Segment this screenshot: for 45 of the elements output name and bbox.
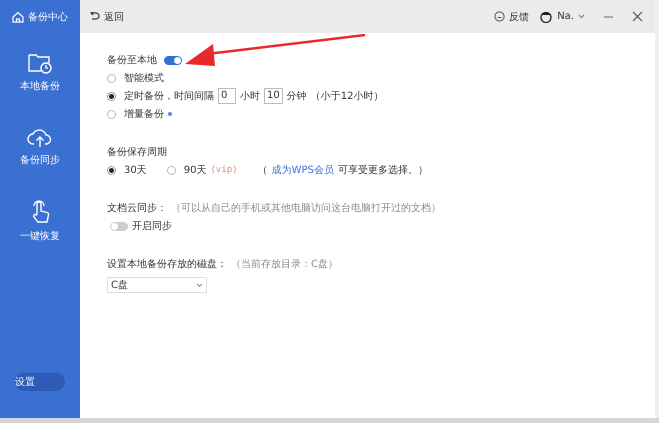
minutes-input[interactable]: 10 <box>264 88 283 104</box>
hint-text: （可以从自己的手机或其他电脑访问这台电脑打开过的文档） <box>171 202 441 215</box>
section-label: 设置本地备份存放的磁盘： <box>107 258 227 271</box>
option-label: 30天 <box>124 164 147 177</box>
radio-button[interactable] <box>107 166 116 174</box>
section-label: 文档云同步： <box>107 202 167 215</box>
info-dot-icon <box>168 112 172 116</box>
option-label: 智能模式 <box>124 72 164 85</box>
toggle-label: 开启同步 <box>132 220 172 233</box>
radio-button[interactable] <box>107 92 116 100</box>
user-menu[interactable]: Na. <box>539 10 585 23</box>
radio-button[interactable] <box>107 74 116 82</box>
radio-button[interactable] <box>107 110 116 118</box>
option-label: 90天 <box>184 164 206 177</box>
close-icon[interactable] <box>632 11 643 22</box>
radio-button[interactable] <box>166 166 176 174</box>
promo-bracket: （ <box>258 164 268 177</box>
undo-icon <box>90 12 100 21</box>
option-label: 定时备份，时间间隔 <box>124 90 214 103</box>
option-label: 增量备份 <box>124 108 164 121</box>
sidebar-item[interactable]: 备份同步 <box>20 125 60 167</box>
hint-text: （小于12小时） <box>310 90 384 103</box>
toggle-switch[interactable] <box>110 222 128 230</box>
home-icon <box>12 10 24 22</box>
avatar-icon <box>539 10 554 23</box>
section-label: 备份保存周期 <box>107 146 167 159</box>
disk-dropdown[interactable]: C盘 <box>107 277 207 293</box>
toggle-switch[interactable] <box>164 56 182 64</box>
settings-button[interactable]: 设置 <box>15 373 65 391</box>
sidebar-item[interactable]: 本地备份 <box>20 51 60 93</box>
unit-label: 小时 <box>240 90 260 103</box>
unit-label: 分钟 <box>286 90 307 103</box>
vip-tag: (vip) <box>210 165 238 175</box>
chevron-down-icon <box>196 282 203 288</box>
promo-text: 可享受更多选择。） <box>338 164 428 177</box>
sidebar-item[interactable]: 一键恢复 <box>20 199 60 243</box>
chevron-down-icon <box>578 14 585 19</box>
hint-text: （当前存放目录：C盘） <box>231 258 338 271</box>
membership-link[interactable]: 成为WPS会员 <box>272 163 334 177</box>
hours-input[interactable]: 0 <box>218 88 236 104</box>
section-label: 备份至本地 <box>107 54 157 67</box>
chat-icon <box>494 11 506 22</box>
feedback-button[interactable]: 反馈 <box>494 10 530 24</box>
back-button[interactable]: 返回 <box>90 10 124 24</box>
app-title: 备份中心 <box>28 10 68 24</box>
